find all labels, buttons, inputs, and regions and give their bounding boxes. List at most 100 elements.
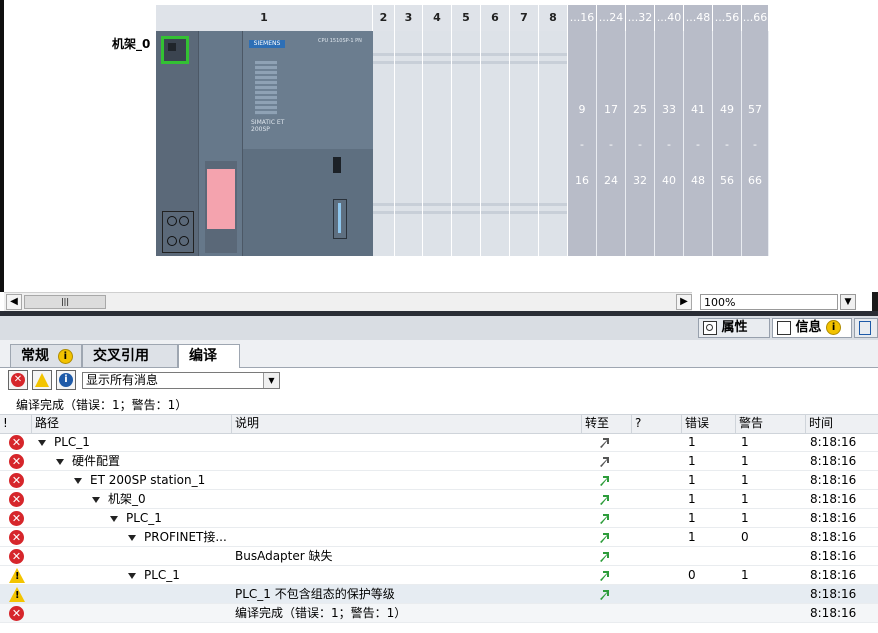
range-start: 41 <box>691 103 705 116</box>
table-row[interactable]: ✕ 机架_0 1 1 8:18:16 <box>0 490 878 509</box>
filter-errors-button[interactable]: ✕ <box>8 370 28 390</box>
row-time: 8:18:16 <box>810 549 857 563</box>
siemens-logo: SIEMENS <box>249 40 285 48</box>
cpu-left-part[interactable] <box>198 31 243 256</box>
error-icon: ✕ <box>11 373 25 387</box>
col-status[interactable]: ! <box>0 415 32 433</box>
scroll-right-icon[interactable]: ▶ <box>676 294 692 310</box>
filter-info-button[interactable]: i <box>56 370 76 390</box>
message-filter-select[interactable]: 显示所有消息 ▼ <box>82 372 280 389</box>
col-errors[interactable]: 错误 <box>682 415 736 433</box>
col-warnings[interactable]: 警告 <box>736 415 806 433</box>
tab-diagnostics[interactable] <box>854 318 878 338</box>
range-dash: - <box>753 138 757 151</box>
expand-triangle-icon[interactable] <box>92 496 100 503</box>
slot-range[interactable]: 25 - 32 <box>626 31 655 256</box>
rack-label: 机架_0 <box>112 37 151 51</box>
zoom-dropdown-icon[interactable]: ▼ <box>840 294 856 310</box>
empty-slot[interactable] <box>423 31 452 256</box>
table-row[interactable]: ✕ 编译完成（错误：1；警告：1） 8:18:16 <box>0 604 878 623</box>
goto-arrow-icon[interactable] <box>598 550 611 563</box>
row-path: PLC_1 <box>110 509 162 528</box>
row-errors: 1 <box>688 530 696 544</box>
expand-triangle-icon[interactable] <box>56 458 64 465</box>
filter-warnings-button[interactable] <box>32 370 52 390</box>
expand-triangle-icon[interactable] <box>128 572 136 579</box>
expand-triangle-icon[interactable] <box>74 477 82 484</box>
row-time: 8:18:16 <box>810 473 857 487</box>
error-icon: ✕ <box>9 473 24 488</box>
slot-range[interactable]: 57 - 66 <box>742 31 769 256</box>
col-time[interactable]: 时间 <box>806 415 878 433</box>
cpu-family-label: SIMATIC ET 200SP <box>251 119 285 133</box>
slot-range[interactable]: 33 - 40 <box>655 31 684 256</box>
empty-slot[interactable] <box>373 31 395 256</box>
row-time: 8:18:16 <box>810 454 857 468</box>
empty-slot[interactable] <box>395 31 423 256</box>
table-row[interactable]: ✕ 硬件配置 1 1 8:18:16 <box>0 452 878 471</box>
goto-arrow-icon[interactable] <box>598 512 611 525</box>
goto-arrow-icon[interactable] <box>598 436 611 449</box>
goto-arrow-icon[interactable] <box>598 569 611 582</box>
row-errors: 0 <box>688 568 696 582</box>
cpu-model-label: CPU 1510SP-1 PN <box>318 38 362 44</box>
empty-slot[interactable] <box>452 31 481 256</box>
goto-arrow-icon[interactable] <box>598 531 611 544</box>
zoom-select[interactable]: 100% <box>700 294 838 310</box>
info-icon: i <box>57 348 73 364</box>
goto-arrow-icon[interactable] <box>598 474 611 487</box>
col-goto[interactable]: 转至 <box>582 415 632 433</box>
row-path-label: 硬件配置 <box>72 454 121 468</box>
goto-arrow-icon[interactable] <box>598 588 611 601</box>
cpu-module[interactable]: SIEMENS CPU 1510SP-1 PN SIMATIC ET 200SP <box>242 31 373 256</box>
table-row[interactable]: ✕ PROFINET接... 1 0 8:18:16 <box>0 528 878 547</box>
diagnostics-icon <box>859 320 871 335</box>
device-view[interactable]: 1 2 3 4 5 6 7 8 ...16 ...24 ...32 ...40 ...48 ...56..… <box>0 0 878 292</box>
row-time: 8:18:16 <box>810 606 857 620</box>
range-end: 40 <box>662 174 676 187</box>
bus-adapter-slot <box>162 211 194 253</box>
col-help[interactable]: ? <box>632 415 682 433</box>
goto-arrow-icon[interactable] <box>598 455 611 468</box>
horizontal-scrollbar[interactable]: ◀ ||| ▶ <box>4 292 692 311</box>
col-path[interactable]: 路径 <box>32 415 232 433</box>
goto-arrow-icon[interactable] <box>598 493 611 506</box>
info-subtab-bar: 常规 i 交叉引用 编译 <box>0 340 878 368</box>
table-row[interactable]: PLC_1 不包含组态的保护等级 8:18:16 <box>0 585 878 604</box>
rack-rail[interactable] <box>156 31 198 256</box>
range-start: 9 <box>578 103 586 116</box>
table-row[interactable]: ✕ PLC_1 1 1 8:18:16 <box>0 509 878 528</box>
empty-slot[interactable] <box>539 31 568 256</box>
slot-range[interactable]: 17 - 24 <box>597 31 626 256</box>
subtab-general[interactable]: 常规 i <box>10 344 82 367</box>
range-dash: - <box>609 138 613 151</box>
range-dash: - <box>580 138 584 151</box>
slot-header-1: 1 <box>156 5 373 31</box>
subtab-cross-reference[interactable]: 交叉引用 <box>82 344 178 367</box>
slot-range[interactable]: 49 - 56 <box>713 31 742 256</box>
row-time: 8:18:16 <box>810 435 857 449</box>
subtab-compile[interactable]: 编译 <box>178 344 240 368</box>
expand-triangle-icon[interactable] <box>38 439 46 446</box>
tab-info-label: 信息 <box>795 320 822 335</box>
slot-range[interactable]: 9 - 16 <box>568 31 597 256</box>
expand-triangle-icon[interactable] <box>128 534 136 541</box>
scroll-left-icon[interactable]: ◀ <box>6 294 22 310</box>
tab-info[interactable]: 信息 i <box>772 318 852 338</box>
slot-header-5: 5 <box>452 5 481 31</box>
error-icon: ✕ <box>9 435 24 450</box>
expand-triangle-icon[interactable] <box>110 515 118 522</box>
chevron-down-icon[interactable]: ▼ <box>263 373 279 388</box>
tab-properties[interactable]: 属性 <box>698 318 770 338</box>
range-dash: - <box>667 138 671 151</box>
row-description: BusAdapter 缺失 <box>235 549 333 563</box>
table-row[interactable]: PLC_1 0 1 8:18:16 <box>0 566 878 585</box>
slot-range[interactable]: 41 - 48 <box>684 31 713 256</box>
table-row[interactable]: ✕ ET 200SP station_1 1 1 8:18:16 <box>0 471 878 490</box>
empty-slot[interactable] <box>481 31 510 256</box>
table-row[interactable]: ✕ PLC_1 1 1 8:18:16 <box>0 433 878 452</box>
col-description[interactable]: 说明 <box>232 415 582 433</box>
scroll-thumb[interactable]: ||| <box>24 295 106 309</box>
table-row[interactable]: ✕ BusAdapter 缺失 8:18:16 <box>0 547 878 566</box>
empty-slot[interactable] <box>510 31 539 256</box>
